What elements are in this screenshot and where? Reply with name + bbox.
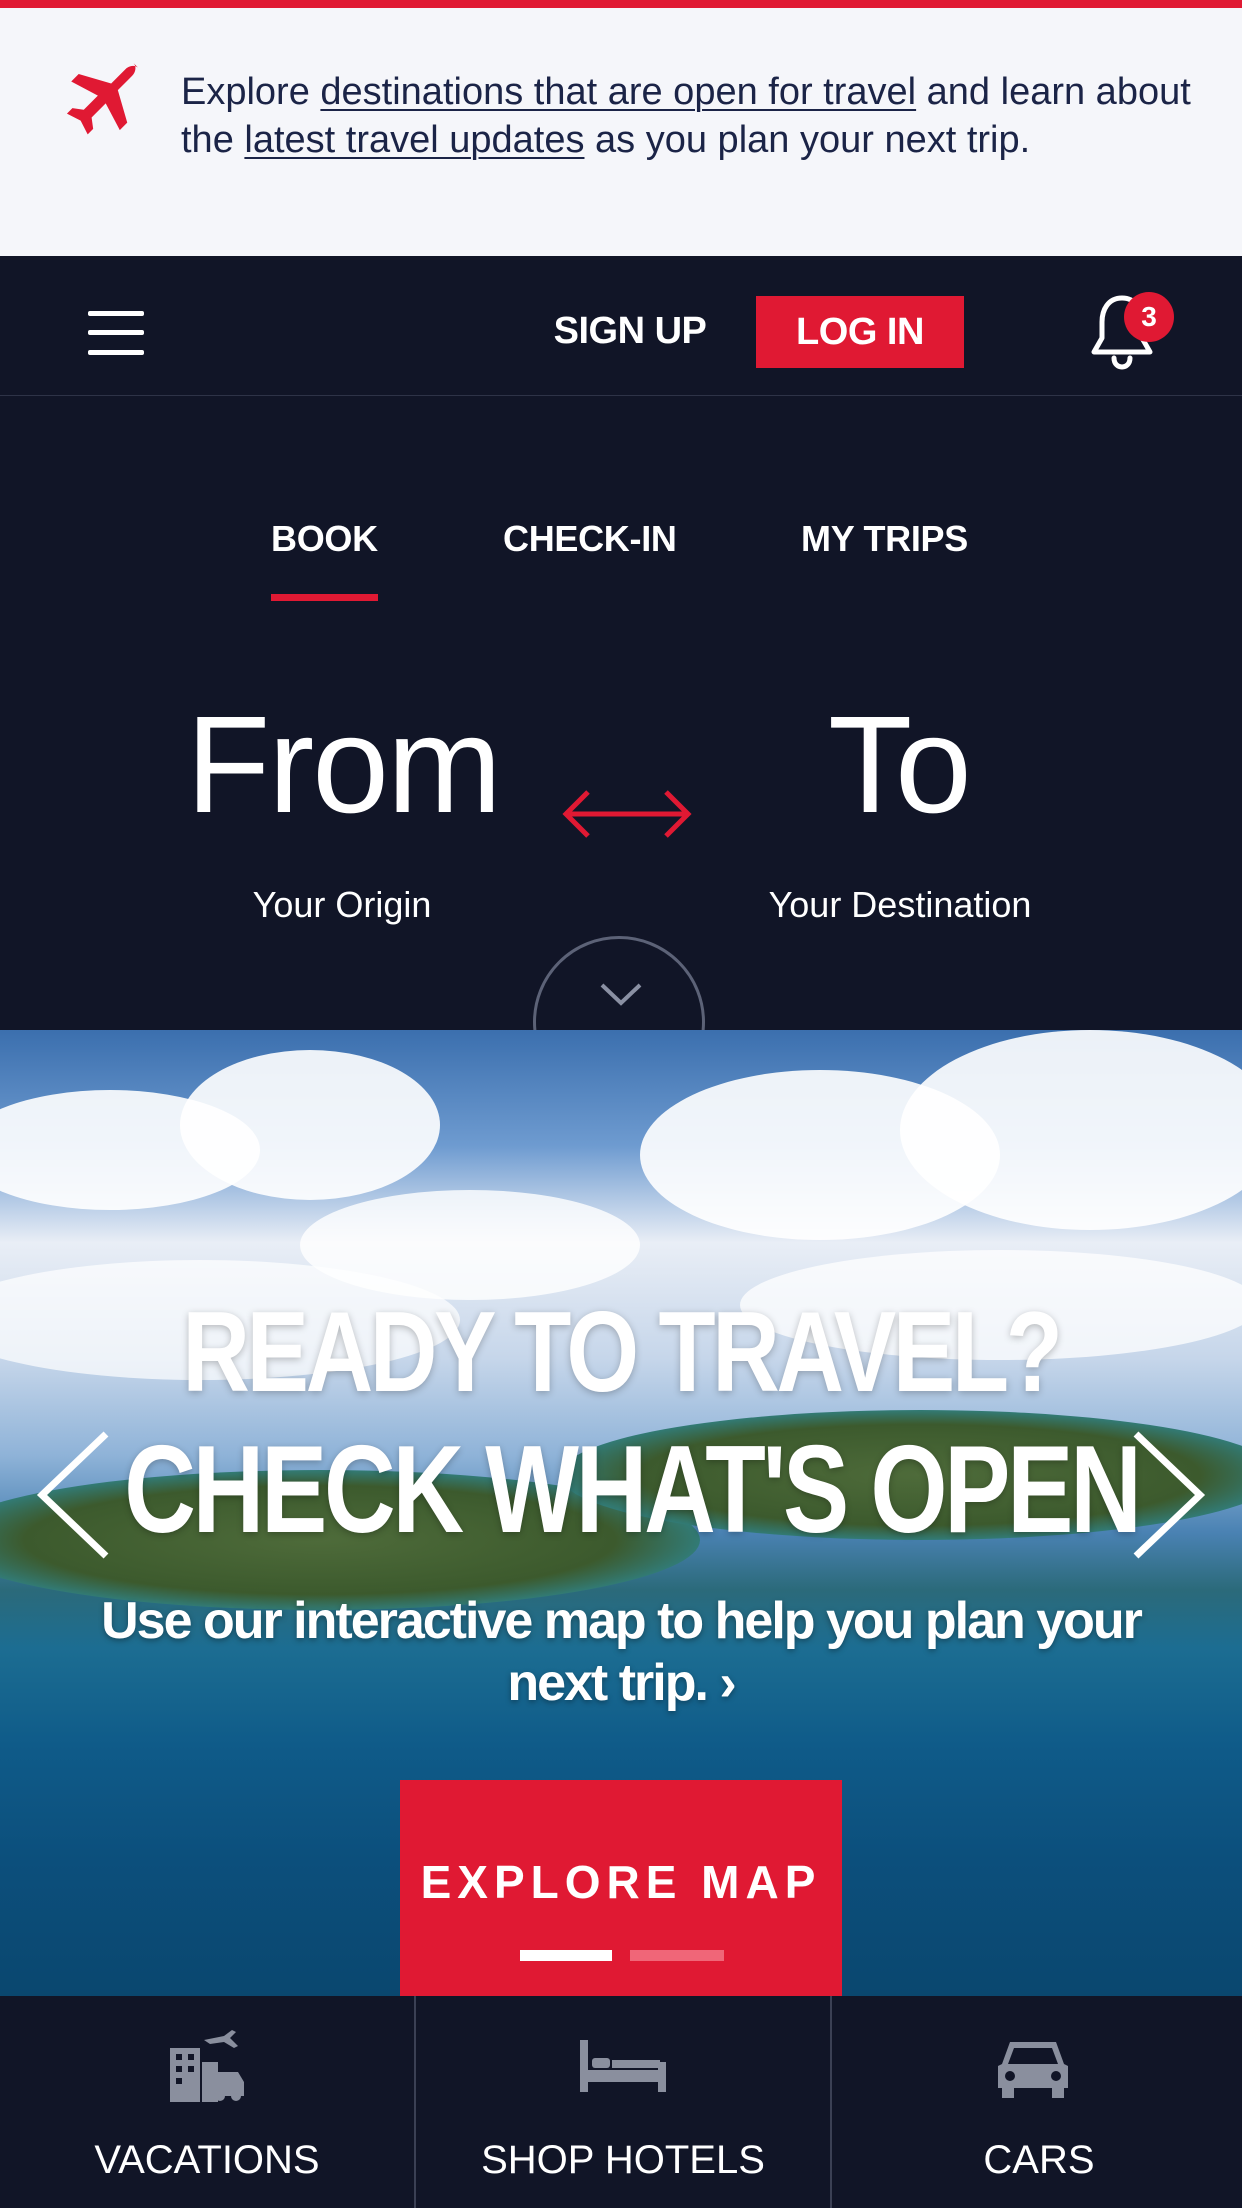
chevron-down-icon	[600, 983, 642, 1006]
explore-map-label: EXPLORE MAP	[420, 1856, 822, 1908]
carousel-dot[interactable]	[630, 1950, 724, 1961]
nav-cars-label: CARS	[983, 2138, 1095, 2182]
alert-message: Explore destinations that are open for t…	[181, 68, 1191, 164]
from-field[interactable]: From	[186, 690, 502, 840]
hero-subtitle-link[interactable]: Use our interactive map to help you plan…	[70, 1590, 1172, 1714]
nav-vacations[interactable]: VACATIONS	[0, 1996, 414, 2208]
hamburger-menu-icon[interactable]	[88, 311, 144, 355]
cloud-shape	[180, 1050, 440, 1200]
sign-up-button[interactable]: SIGN UP	[530, 296, 730, 366]
travel-alert-banner: Explore destinations that are open for t…	[0, 0, 1242, 256]
bed-icon	[580, 2040, 666, 2092]
swap-arrows-icon[interactable]	[560, 784, 694, 844]
open-destinations-link[interactable]: destinations that are open for travel	[320, 71, 916, 113]
hero-title-line1: READY TO TRAVEL?	[182, 1289, 1062, 1416]
tab-check-in[interactable]: CHECK-IN	[503, 514, 677, 564]
alert-prefix: Explore	[181, 71, 321, 113]
expand-booking-button[interactable]	[533, 936, 705, 1030]
nav-cars[interactable]: CARS	[832, 1996, 1242, 2208]
nav-shop-hotels[interactable]: SHOP HOTELS	[416, 1996, 830, 2208]
bottom-nav: VACATIONS SHOP HOTELS CARS	[0, 1996, 1242, 2208]
hero-carousel: READY TO TRAVEL? CHECK WHAT'S OPEN Use o…	[0, 1030, 1242, 1996]
travel-updates-link[interactable]: latest travel updates	[244, 119, 584, 161]
top-header: SIGN UP LOG IN	[0, 256, 1242, 396]
alert-suffix: as you plan your next trip.	[584, 119, 1031, 161]
hero-title-line2: CHECK WHAT'S OPEN	[124, 1421, 1142, 1559]
vacation-building-icon	[170, 2030, 244, 2102]
nav-vacations-label: VACATIONS	[94, 2138, 320, 2182]
log-in-button[interactable]: LOG IN	[756, 296, 964, 368]
origin-placeholder[interactable]: Your Origin	[186, 880, 498, 930]
carousel-prev-icon[interactable]	[34, 1430, 114, 1560]
active-tab-indicator	[271, 594, 378, 601]
car-icon	[998, 2042, 1068, 2098]
carousel-dot-active[interactable]	[520, 1950, 612, 1961]
destination-placeholder[interactable]: Your Destination	[740, 880, 1060, 930]
booking-panel: BOOK CHECK-IN MY TRIPS From To Your Orig…	[0, 396, 1242, 1030]
airplane-icon	[66, 63, 139, 135]
to-field[interactable]: To	[828, 690, 972, 840]
nav-shop-hotels-label: SHOP HOTELS	[481, 2138, 765, 2182]
notification-count-badge: 3	[1124, 292, 1174, 342]
tab-book[interactable]: BOOK	[271, 514, 378, 564]
explore-map-button[interactable]: EXPLORE MAP	[400, 1780, 842, 1996]
carousel-next-icon[interactable]	[1128, 1430, 1208, 1560]
tab-my-trips[interactable]: MY TRIPS	[801, 514, 968, 564]
